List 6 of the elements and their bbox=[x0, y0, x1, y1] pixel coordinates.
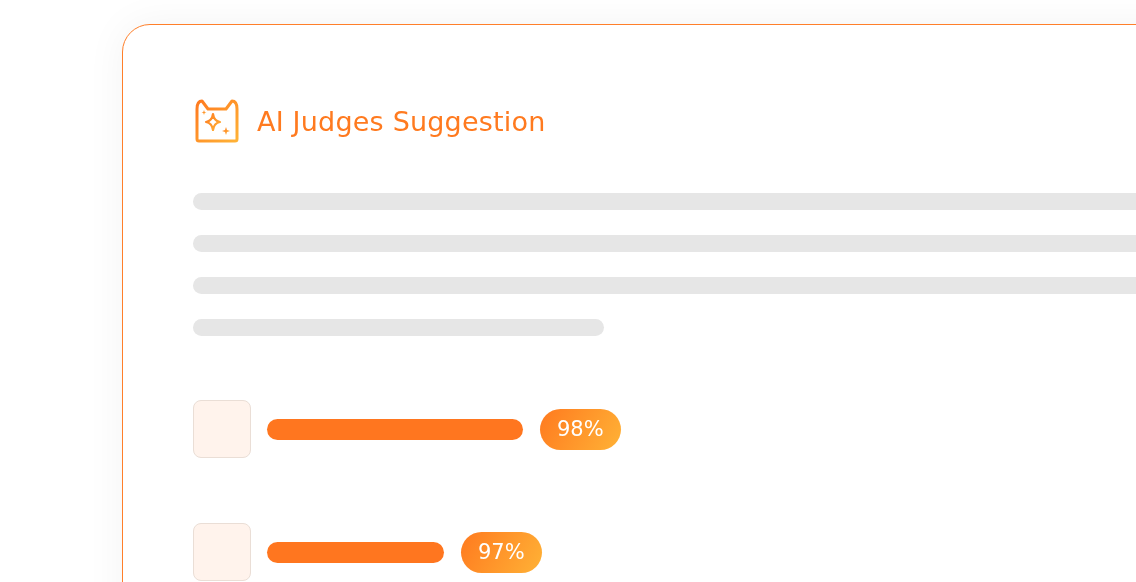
score-badge: 97% bbox=[461, 531, 542, 573]
thumbnail-placeholder bbox=[193, 523, 251, 581]
sparkle-cat-icon bbox=[193, 99, 241, 143]
thumbnail-placeholder bbox=[193, 400, 251, 458]
score-badge: 98% bbox=[540, 408, 621, 450]
card-title: AI Judges Suggestion bbox=[257, 105, 546, 137]
